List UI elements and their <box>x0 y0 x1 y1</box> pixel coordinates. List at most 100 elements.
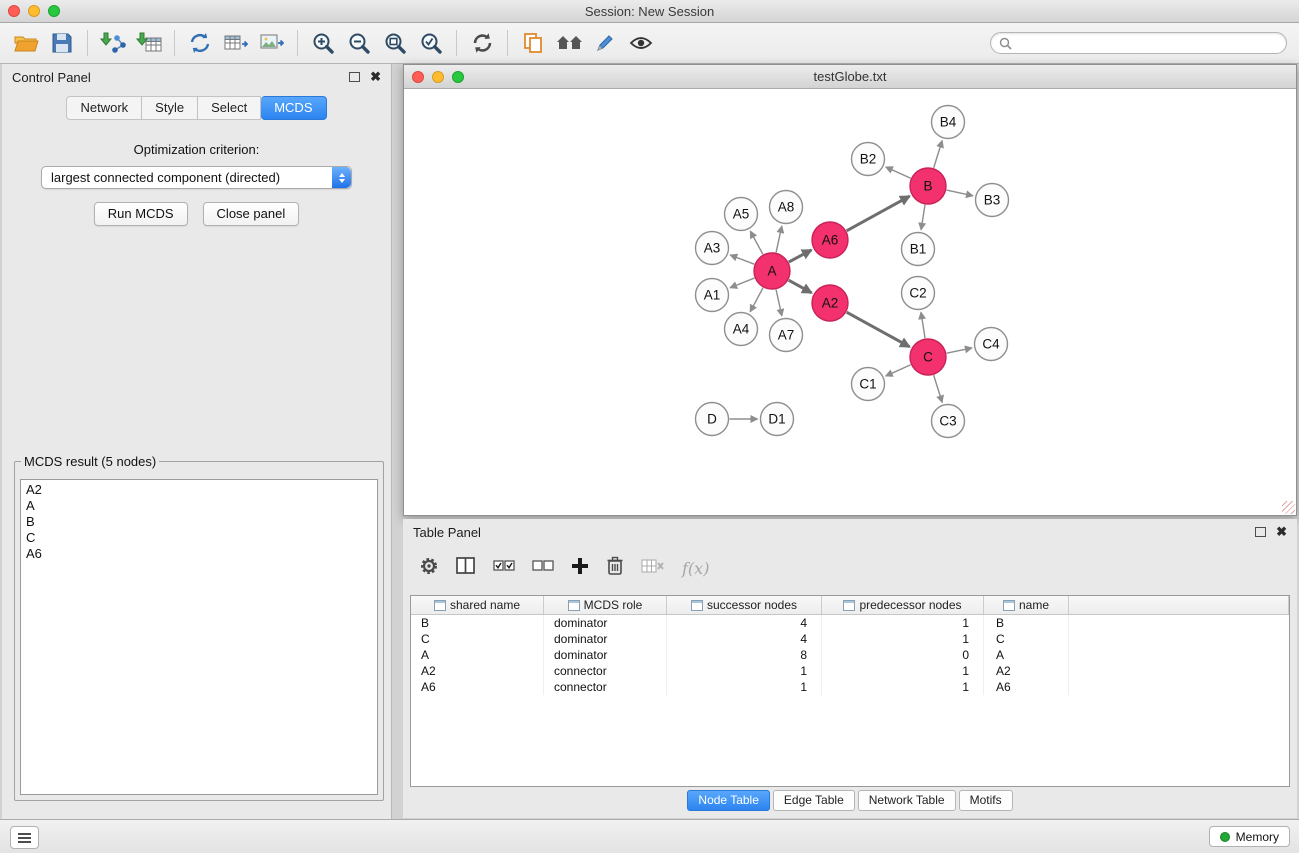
table-cell[interactable]: 1 <box>822 663 984 679</box>
criterion-dropdown[interactable]: largest connected component (directed) <box>41 166 352 189</box>
table-cell[interactable]: dominator <box>544 631 667 647</box>
edge-C-C2[interactable] <box>921 312 925 338</box>
table-cell[interactable]: 0 <box>822 647 984 663</box>
save-session-button[interactable] <box>44 26 80 60</box>
node-C2[interactable]: C2 <box>902 277 935 310</box>
result-item[interactable]: A2 <box>26 482 372 498</box>
table-row[interactable]: Adominator80A <box>411 647 1289 663</box>
table-cell[interactable]: 1 <box>822 631 984 647</box>
open-session-button[interactable] <box>8 26 44 60</box>
edge-A-A5[interactable] <box>750 231 763 254</box>
function-builder-button[interactable]: f(x) <box>682 559 709 578</box>
table-cell[interactable]: A2 <box>411 663 544 679</box>
add-column-button[interactable] <box>571 557 589 580</box>
node-B3[interactable]: B3 <box>976 184 1009 217</box>
float-table-panel-icon[interactable] <box>1255 527 1266 537</box>
node-A[interactable]: A <box>754 253 790 289</box>
zoom-in-button[interactable] <box>305 26 341 60</box>
node-A6[interactable]: A6 <box>812 222 848 258</box>
export-image-button[interactable] <box>254 26 290 60</box>
run-mcds-button[interactable]: Run MCDS <box>94 202 188 226</box>
table-cell[interactable]: C <box>984 631 1069 647</box>
node-C3[interactable]: C3 <box>932 405 965 438</box>
zoom-out-button[interactable] <box>341 26 377 60</box>
edge-A-A2[interactable] <box>789 280 812 293</box>
show-hide-panel-button[interactable] <box>623 26 659 60</box>
export-network-button[interactable] <box>182 26 218 60</box>
table-cell[interactable]: 1 <box>667 663 822 679</box>
node-C1[interactable]: C1 <box>852 368 885 401</box>
zoom-fit-button[interactable] <box>377 26 413 60</box>
node-B4[interactable]: B4 <box>932 106 965 139</box>
edge-A-A7[interactable] <box>776 290 782 316</box>
edge-A-A3[interactable] <box>730 255 754 264</box>
import-table-button[interactable] <box>131 26 167 60</box>
network-canvas[interactable]: B4B2BB3A8A5A6A3B1AC2A1A2A4A7C4CC1C3DD1 <box>404 89 1296 515</box>
table-cell[interactable]: dominator <box>544 647 667 663</box>
tab-network[interactable]: Network <box>66 96 142 120</box>
memory-button[interactable]: Memory <box>1209 826 1290 847</box>
tab-node-table[interactable]: Node Table <box>687 790 770 811</box>
close-panel-button[interactable]: Close panel <box>203 202 300 226</box>
search-box[interactable] <box>990 32 1287 54</box>
table-cell[interactable]: 4 <box>667 615 822 631</box>
home-views-button[interactable] <box>551 26 587 60</box>
node-B[interactable]: B <box>910 168 946 204</box>
refresh-button[interactable] <box>464 26 500 60</box>
column-header-predecessor-nodes[interactable]: predecessor nodes <box>822 596 984 614</box>
node-A5[interactable]: A5 <box>725 198 758 231</box>
node-C[interactable]: C <box>910 339 946 375</box>
result-item[interactable]: A <box>26 498 372 514</box>
node-A7[interactable]: A7 <box>770 319 803 352</box>
table-cell[interactable]: 1 <box>822 679 984 695</box>
close-panel-icon[interactable]: ✖ <box>370 71 381 83</box>
table-row[interactable]: A2connector11A2 <box>411 663 1289 679</box>
zoom-selected-button[interactable] <box>413 26 449 60</box>
edge-A-A4[interactable] <box>750 288 763 312</box>
style-pen-button[interactable] <box>587 26 623 60</box>
edge-B-B4[interactable] <box>934 141 943 168</box>
search-input[interactable] <box>1017 35 1278 51</box>
result-item[interactable]: A6 <box>26 546 372 562</box>
export-table-button[interactable] <box>218 26 254 60</box>
delete-table-button[interactable] <box>641 558 665 579</box>
edge-A-A8[interactable] <box>776 226 782 252</box>
table-cell[interactable]: 1 <box>667 679 822 695</box>
node-A2[interactable]: A2 <box>812 285 848 321</box>
node-A4[interactable]: A4 <box>725 313 758 346</box>
table-cell[interactable]: B <box>984 615 1069 631</box>
edge-A2-C[interactable] <box>847 312 910 347</box>
edge-B-B2[interactable] <box>886 167 911 178</box>
table-cell[interactable]: dominator <box>544 615 667 631</box>
table-cell[interactable]: A6 <box>984 679 1069 695</box>
tab-mcds[interactable]: MCDS <box>261 96 326 120</box>
tab-select[interactable]: Select <box>198 96 261 120</box>
node-C4[interactable]: C4 <box>975 328 1008 361</box>
table-cell[interactable]: A6 <box>411 679 544 695</box>
select-all-button[interactable] <box>493 559 515 578</box>
table-cell[interactable]: A <box>411 647 544 663</box>
table-settings-button[interactable] <box>419 556 439 581</box>
tab-edge-table[interactable]: Edge Table <box>773 790 855 811</box>
node-A1[interactable]: A1 <box>696 279 729 312</box>
column-header-mcds-role[interactable]: MCDS role <box>544 596 667 614</box>
column-header-shared-name[interactable]: shared name <box>411 596 544 614</box>
result-item[interactable]: C <box>26 530 372 546</box>
close-table-panel-icon[interactable]: ✖ <box>1276 526 1287 538</box>
tab-motifs[interactable]: Motifs <box>959 790 1013 811</box>
mcds-result-list[interactable]: A2ABCA6 <box>20 479 378 795</box>
edge-A-A6[interactable] <box>789 250 812 262</box>
column-header-successor-nodes[interactable]: successor nodes <box>667 596 822 614</box>
edge-B-B3[interactable] <box>947 190 973 196</box>
table-row[interactable]: Bdominator41B <box>411 615 1289 631</box>
tab-style[interactable]: Style <box>142 96 198 120</box>
node-A3[interactable]: A3 <box>696 232 729 265</box>
table-cell[interactable]: 8 <box>667 647 822 663</box>
tab-network-table[interactable]: Network Table <box>858 790 956 811</box>
table-cell[interactable]: connector <box>544 663 667 679</box>
edge-B-B1[interactable] <box>921 205 925 230</box>
table-cell[interactable]: C <box>411 631 544 647</box>
node-D[interactable]: D <box>696 403 729 436</box>
show-columns-button[interactable] <box>456 557 476 580</box>
table-cell[interactable]: 1 <box>822 615 984 631</box>
